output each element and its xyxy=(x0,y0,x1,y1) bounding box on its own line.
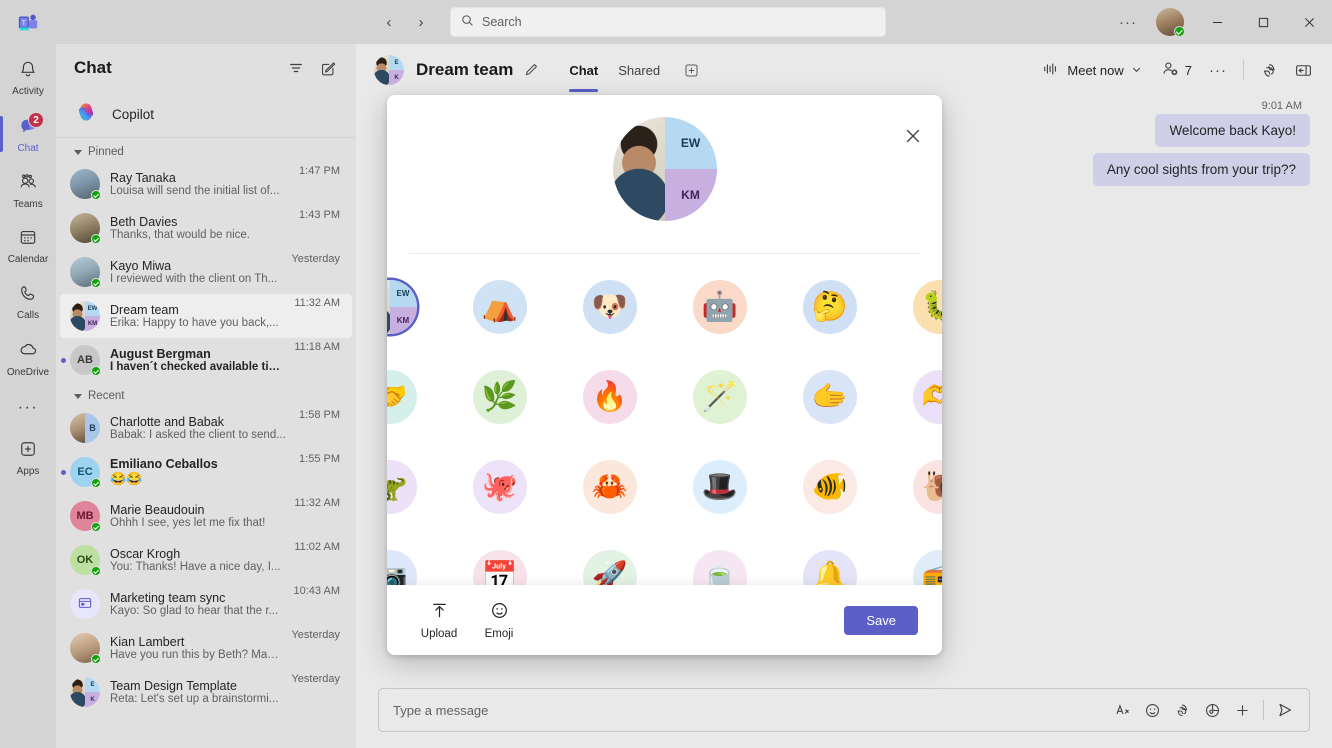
avatar-preview-quadrant: KM xyxy=(664,169,717,221)
current-avatar-thumb: EW KM xyxy=(387,280,417,334)
octopus-icon: 🐙 xyxy=(472,460,527,514)
avatar-grid: EW KM ⛺ 🐶 🤖 🤔 🐛 🤝 🌿 🔥 🪄 🫱 🫶 🦖 🐙 🦀 🎩 🐠 🐌 … xyxy=(387,270,942,585)
rocket-icon: 🚀 xyxy=(582,550,637,585)
avatar-option-flame-in-hands-avatar[interactable]: 🔥 xyxy=(575,362,645,432)
avatar-option-handshake-avatar[interactable]: 🫱 xyxy=(795,362,865,432)
avatar-option-bell-avatar[interactable]: 🔔 xyxy=(795,542,865,585)
avatar-option-calendar-avatar[interactable]: 📅 xyxy=(465,542,535,585)
dog-icon: 🐶 xyxy=(582,280,637,334)
robot-icon: 🤖 xyxy=(692,280,747,334)
boombox-icon: 📻 xyxy=(912,550,942,585)
avatar-option-robot-avatar[interactable]: 🤖 xyxy=(685,272,755,342)
avatar-option-dog-avatar[interactable]: 🐶 xyxy=(575,272,645,342)
rabbit-in-hat-icon: 🎩 xyxy=(692,460,747,514)
upload-label: Upload xyxy=(420,627,458,640)
change-avatar-dialog: EW KM EW KM ⛺ 🐶 🤖 🤔 🐛 🤝 🌿 🔥 🪄 🫱 🫶 🦖 🐙 🦀 … xyxy=(387,95,942,655)
emoji-label: Emoji xyxy=(484,627,514,640)
dialog-footer: Upload Emoji Save xyxy=(387,585,942,655)
avatar-option-camera-avatar[interactable]: 📷 xyxy=(387,542,425,585)
avatar-preview-quadrant: EW xyxy=(664,117,717,169)
avatar-option-heart-hands-avatar[interactable]: 🫶 xyxy=(905,362,942,432)
avatar-option-magic-wand-avatar[interactable]: 🪄 xyxy=(685,362,755,432)
avatar-option-octopus-avatar[interactable]: 🐙 xyxy=(465,452,535,522)
avatar-option-boombox-avatar[interactable]: 📻 xyxy=(905,542,942,585)
avatar-option-rocket-avatar[interactable]: 🚀 xyxy=(575,542,645,585)
avatar-option-snail-avatar[interactable]: 🐌 xyxy=(905,452,942,522)
avatar-option-leaf-in-hand-avatar[interactable]: 🌿 xyxy=(465,362,535,432)
flame-in-hands-icon: 🔥 xyxy=(582,370,637,424)
avatar-quadrant-label: KM xyxy=(389,307,417,334)
magic-wand-icon: 🪄 xyxy=(692,370,747,424)
crab-icon: 🦀 xyxy=(582,460,637,514)
emoji-icon xyxy=(490,601,509,625)
leaf-in-hand-icon: 🌿 xyxy=(472,370,527,424)
avatar-option-dinosaur-avatar[interactable]: 🦖 xyxy=(387,452,425,522)
camping-icon: ⛺ xyxy=(472,280,527,334)
avatar-option-thinking-face-avatar[interactable]: 🤔 xyxy=(795,272,865,342)
teacup-icon: 🍵 xyxy=(692,550,747,585)
avatar-grid-scroll[interactable]: EW KM ⛺ 🐶 🤖 🤔 🐛 🤝 🌿 🔥 🪄 🫱 🫶 🦖 🐙 🦀 🎩 🐠 🐌 … xyxy=(387,254,942,585)
upload-icon xyxy=(430,601,449,625)
close-icon[interactable] xyxy=(898,121,928,151)
calendar-icon: 📅 xyxy=(472,550,527,585)
avatar-option-current-team-avatar[interactable]: EW KM xyxy=(387,272,425,342)
avatar-option-crab-avatar[interactable]: 🦀 xyxy=(575,452,645,522)
camera-icon: 📷 xyxy=(387,550,417,585)
snail-icon: 🐌 xyxy=(912,460,942,514)
heart-hands-icon: 🫶 xyxy=(912,370,942,424)
dialog-header: EW KM xyxy=(387,95,942,253)
avatar-option-camping-avatar[interactable]: ⛺ xyxy=(465,272,535,342)
emoji-button[interactable]: Emoji xyxy=(471,601,527,640)
avatar-preview: EW KM xyxy=(612,117,717,221)
hands-stacked-icon: 🤝 xyxy=(387,370,417,424)
avatar-preview-photo xyxy=(612,117,665,221)
save-button[interactable]: Save xyxy=(844,605,918,635)
avatar-option-hands-stacked-avatar[interactable]: 🤝 xyxy=(387,362,425,432)
handshake-icon: 🫱 xyxy=(802,370,857,424)
avatar-option-teacup-avatar[interactable]: 🍵 xyxy=(685,542,755,585)
teams-window: T ‹ › Search ··· Activity 2 Chat Teams C… xyxy=(0,0,1332,748)
thinking-face-icon: 🤔 xyxy=(802,280,857,334)
avatar-option-rabbit-in-hat-avatar[interactable]: 🎩 xyxy=(685,452,755,522)
upload-button[interactable]: Upload xyxy=(411,601,467,640)
bell-icon: 🔔 xyxy=(802,550,857,585)
fish-potion-icon: 🐠 xyxy=(802,460,857,514)
avatar-quadrant-label: EW xyxy=(389,280,417,307)
avatar-option-fish-potion-avatar[interactable]: 🐠 xyxy=(795,452,865,522)
avatar-option-bug-avatar[interactable]: 🐛 xyxy=(905,272,942,342)
dinosaur-icon: 🦖 xyxy=(387,460,417,514)
bug-icon: 🐛 xyxy=(912,280,942,334)
